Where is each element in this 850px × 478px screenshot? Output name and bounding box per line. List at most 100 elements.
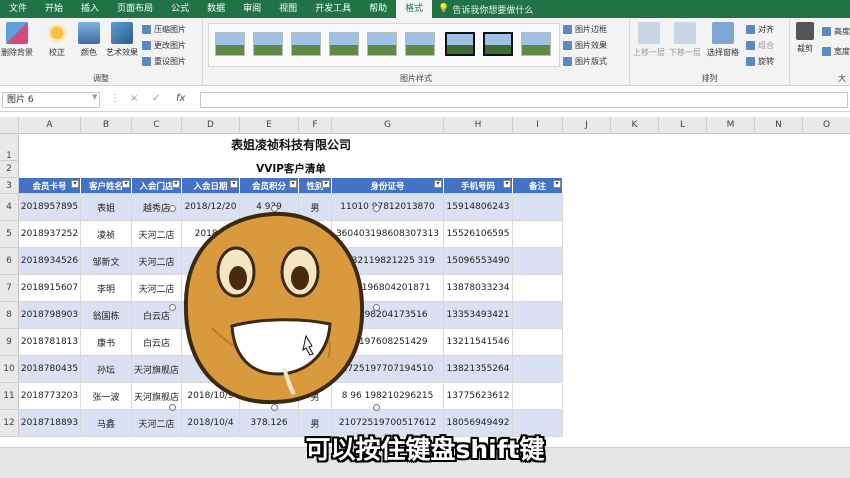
table-cell[interactable]: 2018937252 [19, 221, 81, 248]
filter-dropdown-icon[interactable]: ▾ [172, 180, 180, 188]
picture-styles-gallery[interactable] [208, 23, 560, 67]
style-thumb-6[interactable] [405, 32, 435, 56]
name-box[interactable]: 图片 6 [2, 92, 100, 108]
column-header-n[interactable]: N [755, 117, 803, 134]
table-cell[interactable]: 李明 [81, 275, 132, 302]
row-header-6[interactable]: 6 [0, 248, 19, 275]
table-cell[interactable]: 2018957895 [19, 194, 81, 221]
group-button[interactable]: 组合 [746, 40, 774, 51]
table-cell[interactable]: 表姐 [81, 194, 132, 221]
table-cell[interactable] [513, 356, 563, 383]
tab-insert[interactable]: 插入 [72, 0, 108, 18]
table-cell[interactable]: 邹新文 [81, 248, 132, 275]
table-header-cell[interactable]: 会员积分 ▾ [240, 178, 299, 194]
resize-handle-sw[interactable] [169, 404, 176, 411]
row-header-10[interactable]: 10 [0, 356, 19, 383]
column-header-b[interactable]: B [81, 117, 132, 134]
table-cell[interactable]: 15526106595 [444, 221, 513, 248]
tab-format[interactable]: 格式 [396, 0, 433, 18]
tab-review[interactable]: 审阅 [234, 0, 270, 18]
tab-help[interactable]: 帮助 [360, 0, 396, 18]
selected-picture[interactable] [169, 205, 380, 411]
table-cell[interactable]: 孙坛 [81, 356, 132, 383]
table-cell[interactable]: 2018915607 [19, 275, 81, 302]
column-header-d[interactable]: D [182, 117, 240, 134]
width-field[interactable]: 宽度 [822, 46, 850, 57]
tab-home[interactable]: 开始 [36, 0, 72, 18]
table-cell[interactable]: 翁国栋 [81, 302, 132, 329]
resize-handle-se[interactable] [373, 404, 380, 411]
table-header-cell[interactable]: 会员卡号 ▾ [19, 178, 81, 194]
rotate-button[interactable]: 旋转 [746, 56, 774, 67]
column-header-j[interactable]: J [563, 117, 611, 134]
table-cell[interactable]: 2018773203 [19, 383, 81, 410]
resize-handle-n[interactable] [271, 205, 278, 212]
row-header-1[interactable]: 1 [0, 134, 19, 161]
table-cell[interactable] [513, 248, 563, 275]
confirm-icon[interactable]: ✓ [152, 93, 160, 104]
style-thumb-3[interactable] [291, 32, 321, 56]
selection-pane-button[interactable]: 选择窗格 [706, 22, 740, 58]
table-header-cell[interactable]: 入会日期 ▾ [182, 178, 240, 194]
resize-handle-ne[interactable] [373, 205, 380, 212]
resize-handle-s[interactable] [271, 404, 278, 411]
picture-effects-button[interactable]: 图片效果 [563, 40, 607, 51]
row-header-9[interactable]: 9 [0, 329, 19, 356]
table-cell[interactable]: 13821355264 [444, 356, 513, 383]
resize-handle-nw[interactable] [169, 205, 176, 212]
table-cell[interactable] [513, 194, 563, 221]
style-thumb-7[interactable] [445, 32, 475, 56]
table-cell[interactable]: 13353493421 [444, 302, 513, 329]
table-cell[interactable]: 15914806243 [444, 194, 513, 221]
style-thumb-4[interactable] [329, 32, 359, 56]
table-cell[interactable] [513, 383, 563, 410]
table-cell[interactable]: 2018934526 [19, 248, 81, 275]
row-header-3[interactable]: 3 [0, 178, 19, 194]
table-header-cell[interactable]: 性别 ▾ [299, 178, 332, 194]
align-button[interactable]: 对齐 [746, 24, 774, 35]
row-header-8[interactable]: 8 [0, 302, 19, 329]
insert-function-icon[interactable]: fx [176, 93, 185, 104]
picture-layout-button[interactable]: 图片版式 [563, 56, 607, 67]
crop-button[interactable]: 裁剪 [792, 22, 818, 54]
bring-forward-button[interactable]: 上移一层 [632, 22, 666, 58]
name-box-dropdown-icon[interactable]: ▼ [92, 93, 97, 101]
table-cell[interactable]: 15096553490 [444, 248, 513, 275]
column-header-e[interactable]: E [240, 117, 299, 134]
style-thumb-5[interactable] [367, 32, 397, 56]
style-thumb-8[interactable] [483, 32, 513, 56]
send-backward-button[interactable]: 下移一层 [668, 22, 702, 58]
column-header-a[interactable]: A [19, 117, 81, 134]
filter-dropdown-icon[interactable]: ▾ [230, 180, 238, 188]
tab-view[interactable]: 视图 [270, 0, 306, 18]
style-thumb-9[interactable] [521, 32, 551, 56]
style-thumb-2[interactable] [253, 32, 283, 56]
filter-dropdown-icon[interactable]: ▾ [434, 180, 442, 188]
tab-data[interactable]: 数据 [198, 0, 234, 18]
column-header-g[interactable]: G [332, 117, 444, 134]
row-header-7[interactable]: 7 [0, 275, 19, 302]
filter-dropdown-icon[interactable]: ▾ [71, 180, 79, 188]
color-button[interactable]: 颜色 [72, 22, 106, 58]
change-picture-button[interactable]: 更改图片 [142, 40, 186, 51]
corrections-button[interactable]: 校正 [40, 22, 74, 58]
table-cell[interactable] [513, 329, 563, 356]
column-header-k[interactable]: K [611, 117, 659, 134]
column-header-i[interactable]: I [513, 117, 563, 134]
artistic-effects-button[interactable]: 艺术效果 [104, 22, 140, 58]
tab-page-layout[interactable]: 页面布局 [108, 0, 162, 18]
column-header-c[interactable]: C [132, 117, 182, 134]
reset-picture-button[interactable]: 重设图片 [142, 56, 186, 67]
table-cell[interactable] [513, 275, 563, 302]
height-field[interactable]: 高度 [822, 26, 850, 37]
table-header-cell[interactable]: 入会门店 ▾ [132, 178, 182, 194]
column-header-m[interactable]: M [707, 117, 755, 134]
formula-input[interactable] [200, 92, 848, 108]
cancel-icon[interactable]: × [130, 93, 138, 104]
row-header-4[interactable]: 4 [0, 194, 19, 221]
column-header-h[interactable]: H [444, 117, 513, 134]
column-header-f[interactable]: F [299, 117, 332, 134]
table-cell[interactable]: 13775623612 [444, 383, 513, 410]
table-cell[interactable]: 2018780435 [19, 356, 81, 383]
tab-file[interactable]: 文件 [0, 0, 36, 18]
